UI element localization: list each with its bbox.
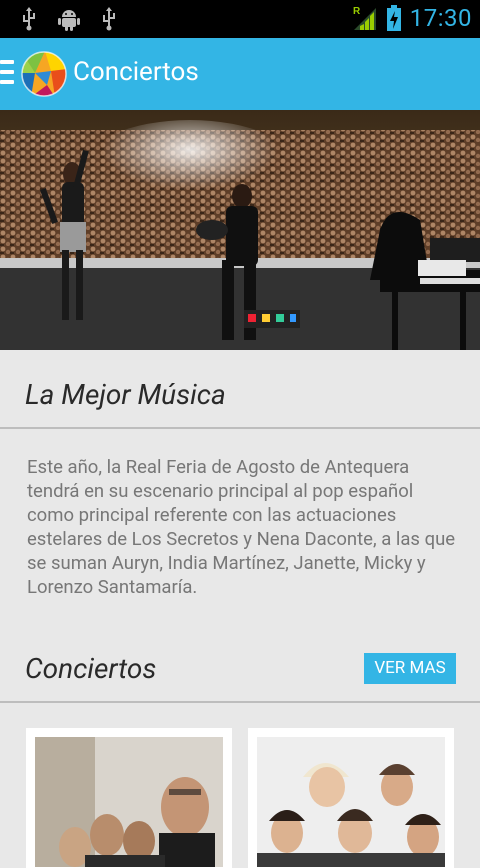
section-heading-conciertos: Conciertos [25,652,157,685]
concert-card-image [35,737,223,867]
section-heading-musica: La Mejor Música [25,378,226,411]
battery-charging-icon [386,5,401,31]
clock: 17:30 [409,4,472,32]
android-debug-icon [58,10,80,31]
usb-icon [103,7,115,31]
page-title: Conciertos [73,57,199,87]
concert-card[interactable] [26,728,232,868]
hero-concert-image [0,110,480,350]
app-logo[interactable] [21,51,67,97]
divider [0,427,480,429]
divider [0,701,480,703]
concert-card-image [257,737,445,867]
concert-card[interactable] [248,728,454,868]
hamburger-icon[interactable] [0,60,14,86]
action-bar: Conciertos [0,38,480,110]
status-bar: R 17:30 [0,0,480,38]
signal-icon: R [353,6,376,30]
intro-description: Este año, la Real Feria de Agosto de Ant… [27,456,456,598]
ver-mas-button[interactable]: VER MAS [364,653,456,684]
usb-icon [23,7,35,31]
roaming-indicator: R [353,6,361,17]
